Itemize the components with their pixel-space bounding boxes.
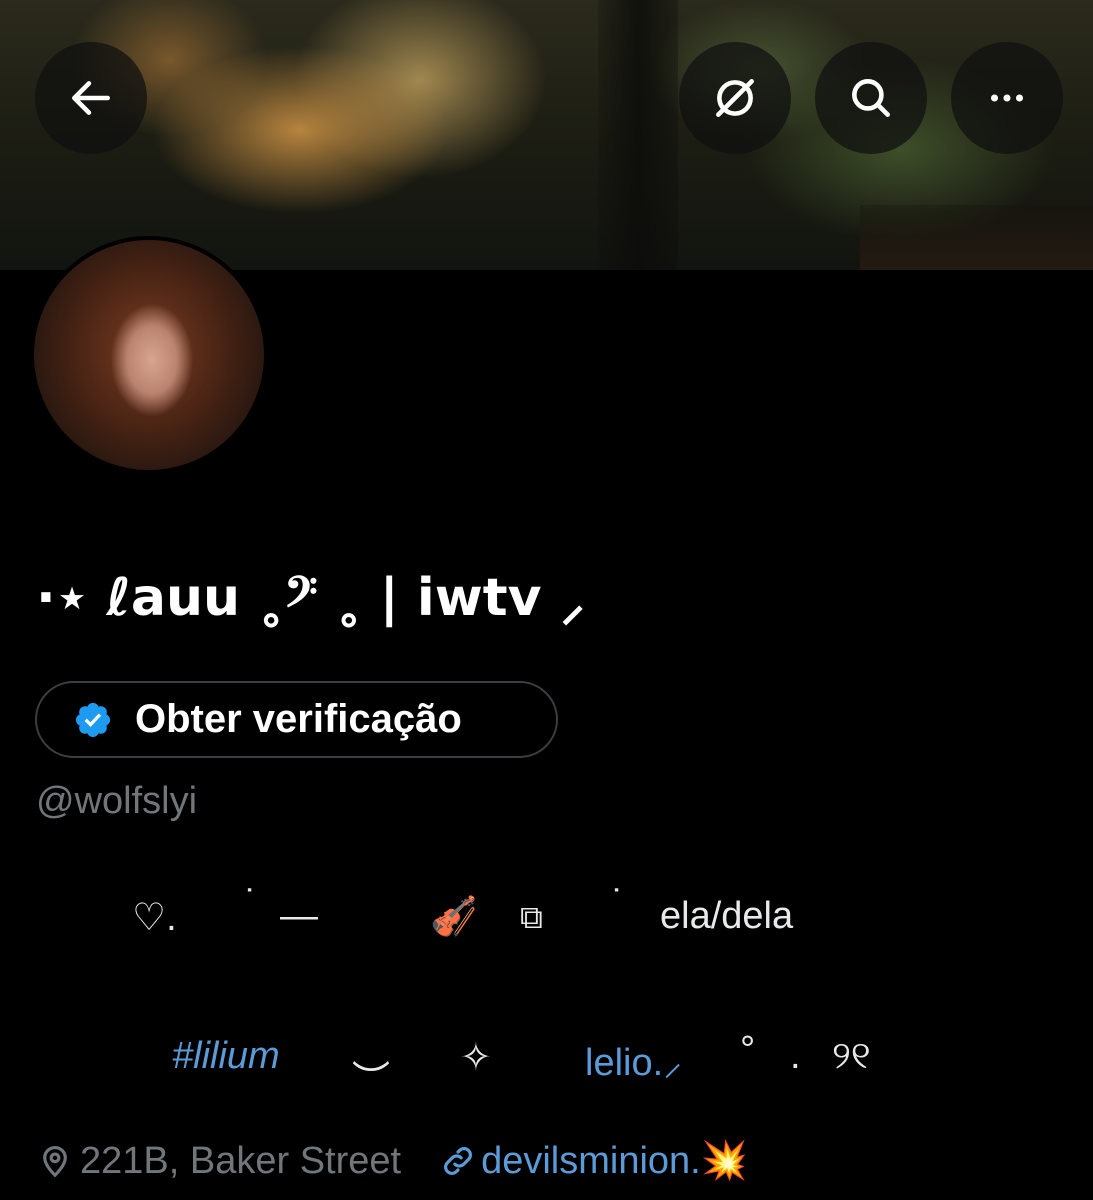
avatar-photo (34, 240, 264, 470)
bio-text: 🎻 (430, 896, 478, 938)
more-horizontal-icon (990, 94, 1024, 102)
bio-text: ⧉ (520, 899, 543, 935)
get-verified-button[interactable]: Obter verificação (35, 681, 558, 758)
profile-banner-image[interactable] (0, 0, 1093, 270)
profile-meta-row: 221B, Baker Street devilsminion.💥 (36, 1137, 748, 1185)
website-link[interactable]: devilsminion.💥 (481, 1139, 748, 1183)
bio-text: ° (740, 1029, 756, 1071)
bio-text: ˙ (245, 883, 258, 925)
search-icon (852, 79, 890, 117)
banner-tree-trunk (598, 0, 678, 270)
mention-link[interactable]: lelio.⸝ (585, 1035, 682, 1087)
hashtag-link[interactable]: #lilium (172, 1035, 280, 1078)
bio-text: ︶ (352, 1060, 391, 1102)
bio-text: — (280, 895, 318, 937)
search-button[interactable] (815, 42, 927, 154)
more-button[interactable] (951, 42, 1063, 154)
username-handle: @wolfslyi (36, 780, 198, 822)
verified-badge-icon (75, 702, 111, 737)
avatar[interactable] (30, 236, 268, 474)
arrow-left-icon (72, 81, 110, 115)
profile-screen: ·⋆ ℓauu ˳𝄢 ˳ | iwtv ⸝ Obter verificação … (0, 0, 1093, 1200)
bio-text: ♡. (132, 897, 177, 939)
grok-icon (716, 79, 754, 117)
bio-text: . (790, 1035, 801, 1077)
location-text: 221B, Baker Street (80, 1139, 402, 1182)
location-pin-icon (43, 1146, 67, 1178)
back-button[interactable] (35, 42, 147, 154)
pronouns-text: ela/dela (660, 895, 794, 937)
bio-text: ୨୧ (832, 1035, 871, 1077)
link-icon (444, 1147, 472, 1175)
bio-text: ✧ (460, 1037, 492, 1079)
display-name: ·⋆ ℓauu ˳𝄢 ˳ | iwtv ⸝ (36, 568, 586, 628)
bio-text: ˙ (612, 883, 625, 925)
get-verified-label: Obter verificação (135, 697, 462, 741)
grok-button[interactable] (679, 42, 791, 154)
banner-fence (860, 205, 1093, 270)
